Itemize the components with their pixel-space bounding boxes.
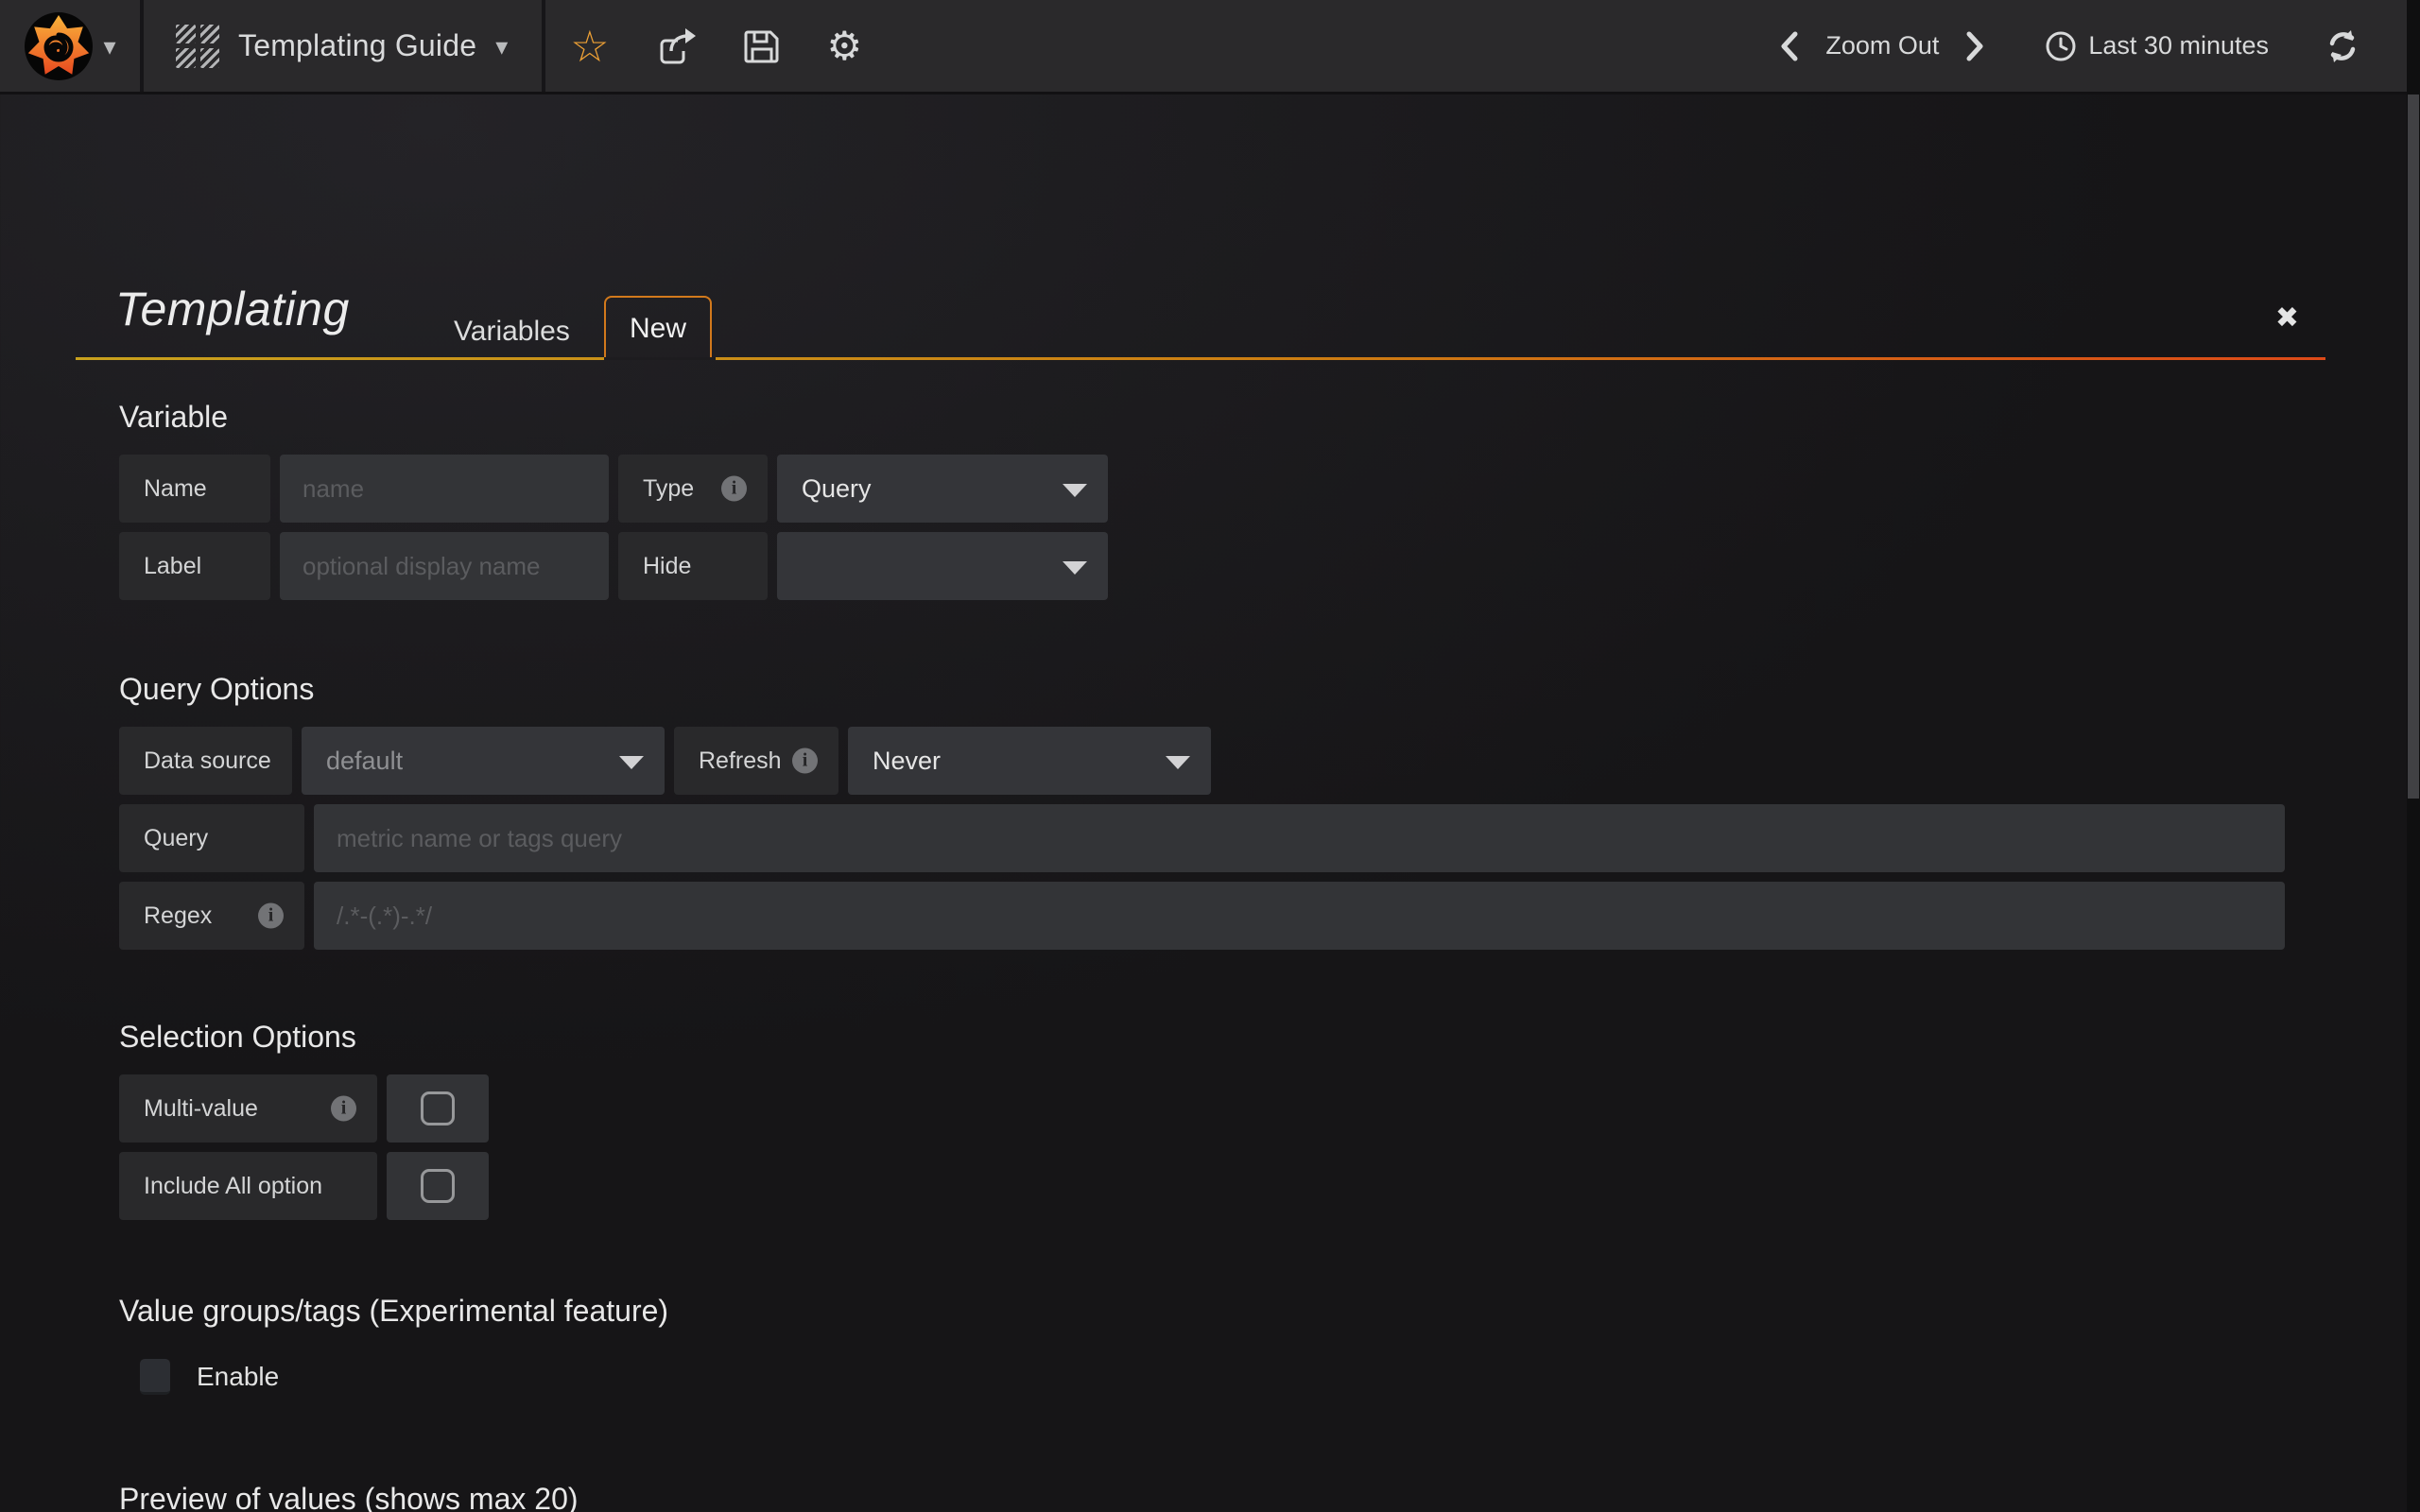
refresh-icon — [2324, 27, 2361, 65]
multi-value-row: Multi-value i — [119, 1074, 2325, 1143]
clock-icon — [2045, 30, 2077, 62]
templating-editor: Templating Variables New ✖ Variable Name… — [0, 94, 2420, 1512]
hide-select[interactable] — [777, 532, 1108, 600]
chevron-left-icon — [1778, 30, 1801, 62]
enable-label: Enable — [197, 1362, 279, 1392]
enable-row: Enable — [140, 1359, 2325, 1395]
select-caret-icon — [1063, 561, 1087, 575]
hide-label: Hide — [618, 532, 768, 600]
datasource-row: Data source default Refresh i Never — [119, 727, 2325, 795]
refresh-label: Refresh i — [674, 727, 838, 795]
preview-heading: Preview of values (shows max 20) — [119, 1482, 2325, 1512]
query-row: Query — [119, 804, 2325, 872]
variable-heading: Variable — [119, 400, 2325, 435]
settings-button[interactable]: ⚙ — [827, 26, 863, 66]
value-groups-heading: Value groups/tags (Experimental feature) — [119, 1294, 2325, 1329]
multi-value-label: Multi-value i — [119, 1074, 377, 1143]
zoom-out-button[interactable]: Zoom Out — [1825, 31, 1939, 60]
type-select[interactable]: Query — [777, 455, 1108, 523]
query-field-tile — [314, 804, 2285, 872]
time-back-button[interactable] — [1778, 30, 1801, 62]
type-label: Type i — [618, 455, 768, 523]
scrollbar-thumb[interactable] — [2408, 94, 2419, 799]
save-icon — [742, 26, 782, 66]
info-icon[interactable]: i — [721, 476, 747, 502]
page-title: Templating — [115, 282, 350, 336]
regex-row: Regex i — [119, 882, 2325, 950]
checkbox-icon — [421, 1091, 455, 1125]
refresh-select[interactable]: Never — [848, 727, 1211, 795]
close-icon[interactable]: ✖ — [2275, 304, 2299, 333]
page-header: Templating Variables New ✖ — [76, 94, 2325, 360]
query-options-heading: Query Options — [119, 672, 2325, 707]
datasource-select[interactable]: default — [302, 727, 665, 795]
time-range-picker[interactable]: Last 30 minutes — [2045, 30, 2269, 62]
grafana-logo-icon — [24, 11, 94, 81]
include-all-row: Include All option — [119, 1152, 2325, 1220]
enable-checkbox[interactable] — [140, 1359, 170, 1395]
info-icon[interactable]: i — [792, 748, 818, 774]
info-icon[interactable]: i — [258, 903, 284, 929]
variable-name-row: Name Type i Query — [119, 455, 2325, 523]
name-input[interactable] — [280, 455, 609, 523]
selection-options-heading: Selection Options — [119, 1020, 2325, 1055]
include-all-label: Include All option — [119, 1152, 377, 1220]
tab-variables[interactable]: Variables — [454, 316, 570, 348]
grafana-menu[interactable]: ▾ — [0, 0, 144, 92]
tab-new[interactable]: New — [604, 296, 712, 360]
checkbox-icon — [421, 1169, 455, 1203]
share-button[interactable] — [655, 26, 697, 67]
regex-field-tile — [314, 882, 2285, 950]
regex-input[interactable] — [314, 882, 2285, 950]
star-button[interactable]: ☆ — [570, 25, 609, 68]
datasource-label: Data source — [119, 727, 292, 795]
regex-label: Regex i — [119, 882, 304, 950]
select-caret-icon — [619, 756, 644, 769]
dashboard-picker[interactable]: Templating Guide ▾ — [144, 0, 545, 92]
refresh-button[interactable] — [2324, 27, 2361, 65]
star-icon: ☆ — [570, 25, 609, 68]
dashboard-grid-icon — [176, 25, 219, 68]
share-icon — [655, 26, 697, 67]
underline-gap — [604, 357, 716, 360]
include-all-checkbox[interactable] — [387, 1152, 489, 1220]
info-icon[interactable]: i — [331, 1096, 356, 1122]
chevron-down-icon: ▾ — [103, 34, 115, 59]
navbar: ▾ Templating Guide ▾ ☆ — [0, 0, 2420, 94]
select-caret-icon — [1166, 756, 1190, 769]
time-range-label: Last 30 minutes — [2088, 31, 2269, 60]
gear-icon: ⚙ — [827, 26, 863, 66]
label-field-tile — [280, 532, 609, 600]
select-caret-icon — [1063, 484, 1087, 497]
label-label: Label — [119, 532, 270, 600]
chevron-down-icon: ▾ — [495, 34, 508, 59]
name-label: Name — [119, 455, 270, 523]
scrollbar-track[interactable] — [2407, 0, 2420, 1512]
variable-label-row: Label Hide — [119, 532, 2325, 600]
time-forward-button[interactable] — [1963, 30, 1986, 62]
query-label: Query — [119, 804, 304, 872]
dashboard-title: Templating Guide — [238, 28, 476, 63]
chevron-right-icon — [1963, 30, 1986, 62]
label-input[interactable] — [280, 532, 609, 600]
header-underline — [76, 357, 2325, 360]
save-button[interactable] — [742, 26, 782, 66]
name-field-tile — [280, 455, 609, 523]
query-input[interactable] — [314, 804, 2285, 872]
multi-value-checkbox[interactable] — [387, 1074, 489, 1143]
